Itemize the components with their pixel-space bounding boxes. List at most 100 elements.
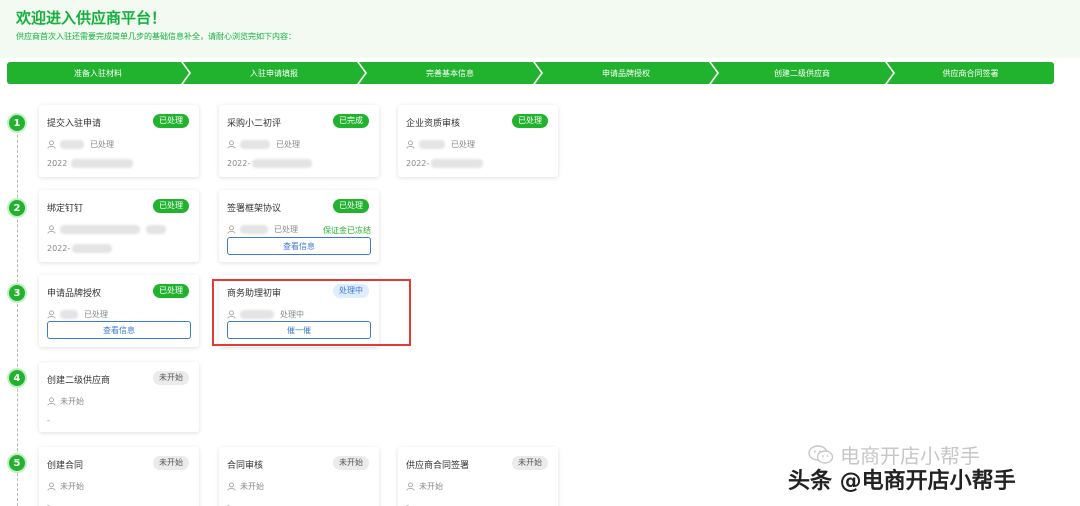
progress-steps: 准备入驻材料 入驻申请填报 完善基本信息 申请品牌授权 创建二级供应商 供应商合… [7, 62, 1054, 84]
date-row: 2022 [47, 159, 139, 168]
card-create-contract[interactable]: 创建合同 未开始 未开始 - [39, 447, 199, 506]
date-text: 2022- [406, 159, 430, 168]
blurred-date [72, 244, 113, 253]
blurred-name [240, 224, 268, 234]
page-subtitle: 供应商首次入驻还需要完成简单几步的基础信息补全，请耐心浏览完如下内容： [16, 32, 296, 41]
wechat-icon [808, 444, 834, 464]
status-badge: 未开始 [153, 371, 189, 385]
blurred-name [240, 139, 270, 149]
blurred-date [71, 159, 134, 168]
card-buyer-initial-review[interactable]: 采购小二初评 已完成 已处理 2022- [219, 105, 379, 177]
user-icon [47, 225, 56, 234]
view-info-button[interactable]: 查看信息 [47, 321, 191, 339]
handler-row [47, 223, 172, 235]
date-text: 2022 [47, 159, 68, 168]
step-application[interactable]: 入驻申请填报 [183, 62, 365, 84]
step-basic-info[interactable]: 完善基本信息 [359, 62, 541, 84]
handler-status: 已处理 [276, 139, 300, 149]
handler-row: 未开始 [227, 480, 264, 492]
handler-status: 已处理 [274, 224, 298, 234]
status-badge: 已处理 [153, 114, 189, 128]
date-row: - [406, 501, 409, 506]
date-row: - [47, 416, 50, 425]
date-text: - [227, 501, 230, 506]
card-create-sub-supplier[interactable]: 创建二级供应商 未开始 未开始 - [39, 362, 199, 432]
handler-status: 未开始 [419, 481, 443, 491]
user-icon [406, 140, 415, 149]
blurred-name [60, 309, 78, 319]
handler-row: 未开始 [47, 480, 84, 492]
card-title: 创建二级供应商 [47, 376, 111, 386]
handler-status: 已处理 [84, 309, 108, 319]
status-badge: 已处理 [153, 284, 189, 298]
card-title: 创建合同 [47, 461, 84, 471]
blurred-name [60, 224, 140, 234]
page-title: 欢迎进入供应商平台！ [16, 9, 167, 27]
blurred-date [252, 159, 313, 168]
date-row: 2022- [406, 159, 489, 168]
blurred-date [431, 159, 484, 168]
blurred-name [419, 139, 445, 149]
status-badge: 已处理 [333, 199, 369, 213]
status-badge: 已完成 [333, 114, 369, 128]
handler-row: 已处理 [47, 308, 108, 320]
timeline-line [17, 120, 18, 506]
date-text: 2022- [47, 244, 71, 253]
handler-status: 未开始 [60, 396, 84, 406]
card-title: 申请品牌授权 [47, 289, 102, 299]
card-title: 采购小二初评 [227, 119, 282, 129]
date-text: - [406, 501, 409, 506]
handler-row: 已处理 [227, 138, 300, 150]
handler-row: 已处理 [227, 223, 298, 235]
date-text: - [47, 501, 50, 506]
card-bind-dingtalk[interactable]: 绑定钉钉 已处理 2022- [39, 190, 199, 262]
status-badge: 未开始 [153, 456, 189, 470]
user-icon [47, 397, 56, 406]
handler-status: 已处理 [90, 139, 114, 149]
date-text: 2022- [227, 159, 251, 168]
user-icon [227, 482, 236, 491]
user-icon [227, 140, 236, 149]
user-icon [47, 310, 56, 319]
handler-status: 未开始 [240, 481, 264, 491]
card-title: 企业资质审核 [406, 119, 461, 129]
card-submit-application[interactable]: 提交入驻申请 已处理 已处理 2022 [39, 105, 199, 177]
handler-row: 未开始 [406, 480, 443, 492]
date-row: - [47, 501, 50, 506]
user-icon [227, 225, 236, 234]
user-icon [47, 140, 56, 149]
highlight-box [212, 279, 411, 346]
card-contract-review[interactable]: 合同审核 未开始 未开始 - [219, 447, 379, 506]
card-brand-authorization[interactable]: 申请品牌授权 已处理 已处理 查看信息 [39, 275, 199, 347]
handler-row: 已处理 [47, 138, 114, 150]
card-sign-framework-agreement[interactable]: 签署框架协议 已处理 已处理 保证金已冻结 查看信息 [219, 190, 379, 262]
handler-status: 已处理 [451, 139, 475, 149]
step-number-2: 2 [7, 198, 27, 218]
card-qualification-review[interactable]: 企业资质审核 已处理 已处理 2022- [398, 105, 558, 177]
step-number-3: 3 [7, 283, 27, 303]
status-badge: 已处理 [153, 199, 189, 213]
status-badge: 已处理 [512, 114, 548, 128]
deposit-frozen-tag: 保证金已冻结 [323, 226, 371, 235]
date-row: - [227, 501, 230, 506]
blurred-name [60, 139, 84, 149]
status-badge: 未开始 [333, 456, 369, 470]
step-number-4: 4 [7, 368, 27, 388]
watermark-source: 头条 @电商开店小帮手 [788, 469, 1016, 494]
status-badge: 未开始 [512, 456, 548, 470]
card-title: 签署框架协议 [227, 204, 282, 214]
view-info-button[interactable]: 查看信息 [227, 237, 371, 255]
card-supplier-contract-sign[interactable]: 供应商合同签署 未开始 未开始 - [398, 447, 558, 506]
user-icon [47, 482, 56, 491]
step-prepare-materials[interactable]: 准备入驻材料 [7, 62, 189, 84]
date-text: - [47, 416, 50, 425]
card-title: 提交入驻申请 [47, 119, 102, 129]
step-number-5: 5 [7, 453, 27, 473]
step-brand-authorization[interactable]: 申请品牌授权 [535, 62, 717, 84]
handler-status: 未开始 [60, 481, 84, 491]
handler-row: 未开始 [47, 395, 84, 407]
step-create-sub-supplier[interactable]: 创建二级供应商 [711, 62, 893, 84]
date-row: 2022- [227, 159, 318, 168]
step-contract-sign[interactable]: 供应商合同签署 [887, 62, 1054, 84]
user-icon [406, 482, 415, 491]
